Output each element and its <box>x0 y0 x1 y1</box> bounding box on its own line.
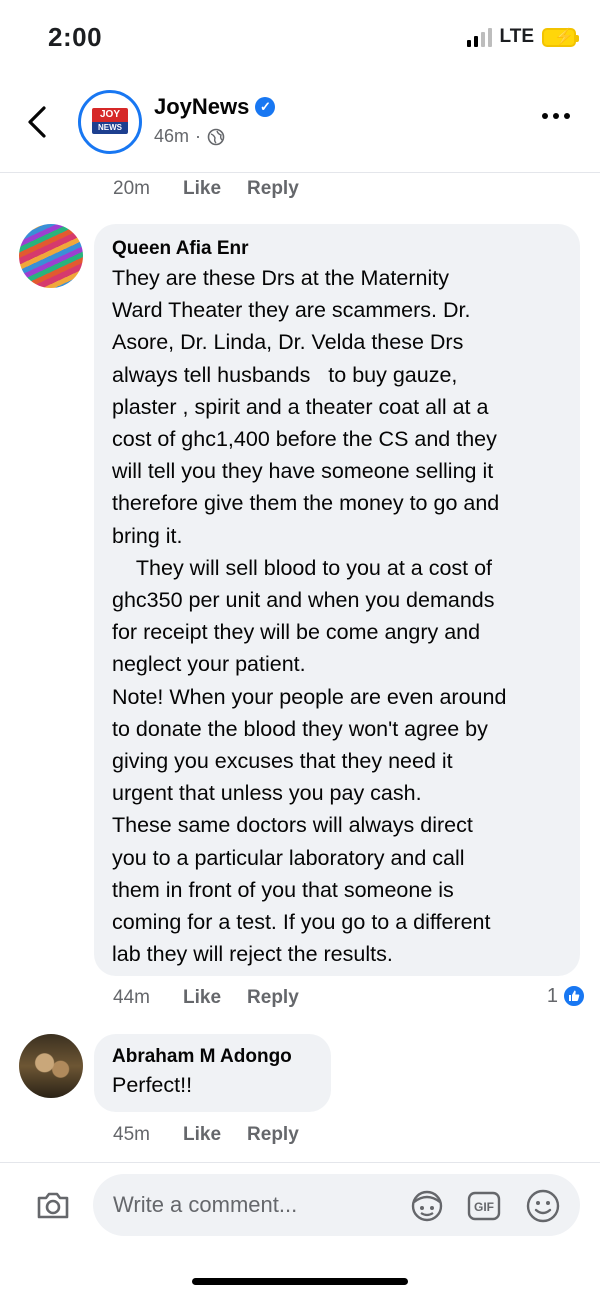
like-button[interactable]: Like <box>183 178 221 200</box>
back-button[interactable] <box>22 104 54 140</box>
status-bar: 2:00 LTE ⚡ <box>0 0 600 78</box>
page-avatar[interactable]: JOY NEWS <box>78 90 142 154</box>
comment-time[interactable]: 20m <box>113 178 183 200</box>
previous-comment-actions: 20m Like Reply <box>113 178 325 200</box>
post-age[interactable]: 46m <box>154 126 189 147</box>
emoji-icon[interactable] <box>525 1188 561 1224</box>
like-button[interactable]: Like <box>183 1124 221 1146</box>
network-label: LTE <box>499 26 534 47</box>
comment-actions: 45m Like Reply <box>113 1124 325 1146</box>
more-dot-icon <box>542 113 548 119</box>
like-button[interactable]: Like <box>183 987 221 1009</box>
reaction-summary[interactable]: 1 <box>547 984 586 1008</box>
status-time: 2:00 <box>48 22 103 52</box>
post-meta: 46m · <box>154 126 225 147</box>
post-header: JOY NEWS JoyNews ✓ 46m · <box>0 84 600 172</box>
avatar[interactable] <box>19 1034 83 1098</box>
comment-actions: 44m Like Reply <box>113 987 325 1009</box>
verified-badge-icon: ✓ <box>255 97 276 117</box>
svg-text:GIF: GIF <box>474 1200 494 1214</box>
comment-text: They are these Drs at the Maternity Ward… <box>112 266 507 967</box>
reply-button[interactable]: Reply <box>247 987 299 1009</box>
reply-button[interactable]: Reply <box>247 178 299 200</box>
signal-icon <box>466 27 492 47</box>
header-divider <box>0 172 600 173</box>
page-name[interactable]: JoyNews ✓ <box>154 94 276 120</box>
comment-time[interactable]: 44m <box>113 987 183 1009</box>
gif-icon[interactable]: GIF <box>466 1188 502 1224</box>
comment-author[interactable]: Abraham M Adongo <box>112 1046 313 1068</box>
avatar[interactable] <box>19 224 83 288</box>
home-indicator[interactable] <box>192 1278 408 1285</box>
globe-icon <box>207 128 225 145</box>
comment-time[interactable]: 45m <box>113 1124 183 1146</box>
comment-bubble[interactable]: Abraham M Adongo Perfect!! <box>94 1034 331 1112</box>
avatar-sticker-icon[interactable] <box>409 1188 445 1224</box>
more-options-button[interactable] <box>542 108 576 124</box>
camera-icon <box>37 1192 69 1219</box>
comment-bubble[interactable]: Queen Afia Enr They are these Drs at the… <box>94 224 580 976</box>
composer-divider <box>0 1162 600 1163</box>
battery-charging-icon: ⚡ <box>542 27 579 47</box>
reply-button[interactable]: Reply <box>247 1124 299 1146</box>
joynews-logo-icon: JOY NEWS <box>92 108 128 136</box>
camera-button[interactable] <box>34 1186 72 1224</box>
reaction-count: 1 <box>546 984 558 1007</box>
status-indicators: LTE ⚡ <box>466 26 579 48</box>
comment-text: Perfect!! <box>112 1073 193 1097</box>
comment-author[interactable]: Queen Afia Enr <box>112 238 562 260</box>
meta-separator: · <box>195 126 202 146</box>
comment-input[interactable] <box>113 1174 403 1236</box>
page-name-label[interactable]: JoyNews <box>154 94 249 120</box>
thumbs-up-icon <box>562 984 586 1008</box>
chevron-left-icon <box>28 106 46 138</box>
comment-composer[interactable]: GIF <box>93 1174 580 1236</box>
